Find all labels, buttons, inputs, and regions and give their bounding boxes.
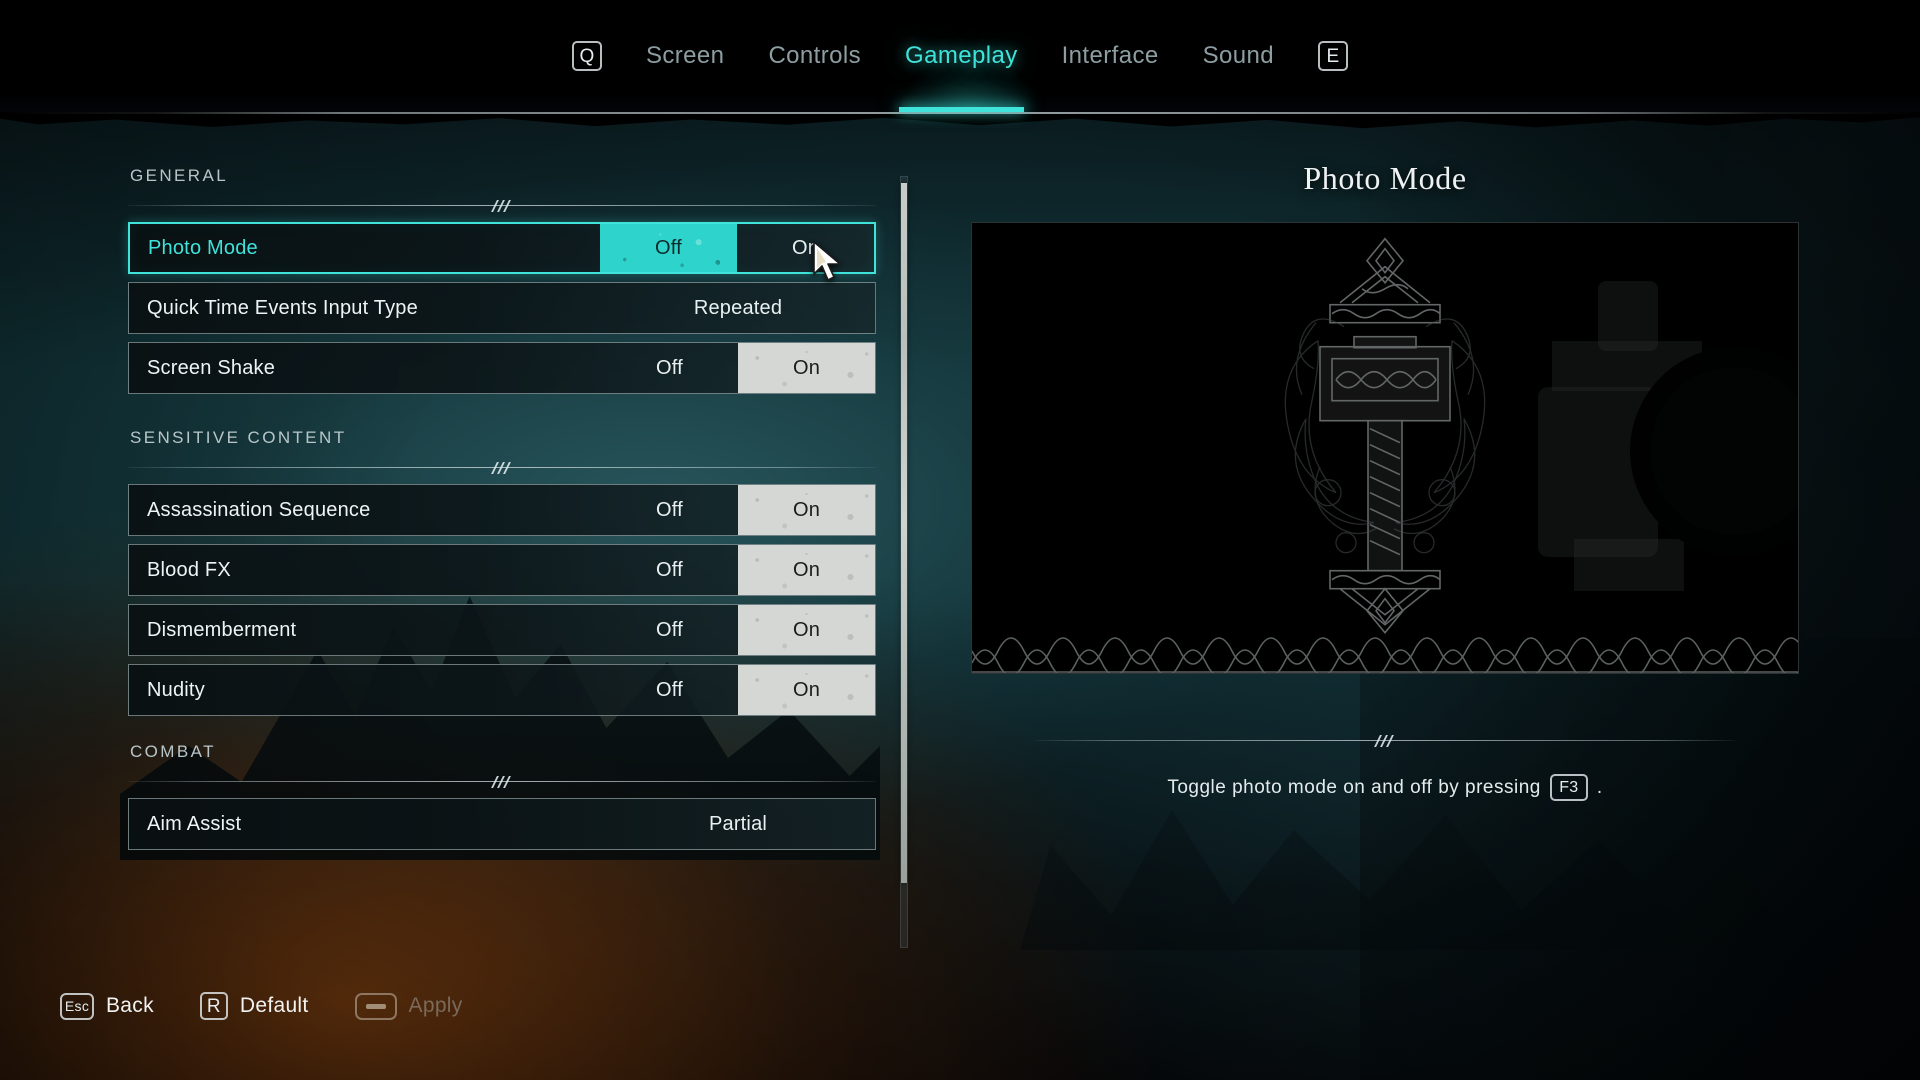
section-header-combat: COMBAT [130,742,216,761]
spacebar-key-icon [354,992,397,1020]
option-on[interactable]: On [737,224,874,272]
setting-label: Photo Mode [148,236,258,259]
option-value[interactable]: Repeated [601,283,875,333]
settings-scrollbar-track[interactable] [900,176,908,948]
prev-tab-key-q[interactable]: Q [571,41,602,71]
settings-tab-bar: Q Screen Controls Gameplay Interface Sou… [0,0,1920,112]
preview-image-frame [971,222,1799,674]
description-suffix: . [1596,776,1603,798]
option-on[interactable]: On [738,665,875,715]
setting-row-photo-mode[interactable]: Photo Mode Off On [128,222,876,274]
option-on[interactable]: On [738,605,875,655]
option-off[interactable]: Off [601,343,738,393]
divider-ornament-icon [487,199,517,213]
section-divider-general [128,199,876,213]
preview-divider [1035,734,1735,748]
settings-scrollbar-thumb[interactable] [901,183,907,883]
settings-list: GENERAL Photo Mode Off On Quick Time Eve… [128,166,876,926]
r-key-icon: R [199,992,228,1020]
nav-separator-rule [0,112,1920,114]
esc-key-icon: Esc [60,992,94,1020]
setting-label: Screen Shake [147,356,276,379]
setting-label: Aim Assist [147,812,242,835]
mjolnir-icon [1284,237,1486,634]
next-tab-key-e[interactable]: E [1318,41,1349,71]
hint-default[interactable]: R Default [199,992,309,1020]
tab-screen[interactable]: Screen [624,0,746,112]
section-header-sensitive-content: SENSITIVE CONTENT [130,428,347,447]
setting-label: Assassination Sequence [147,498,371,521]
preview-description: Toggle photo mode on and off by pressing… [950,774,1820,801]
gear-icon [1538,281,1798,591]
hint-label: Back [106,994,154,1017]
setting-preview-panel: Photo Mode Toggle photo mode on and off … [950,160,1820,840]
divider-ornament-icon [1370,734,1400,748]
setting-label: Blood FX [147,558,231,581]
hint-label: Default [239,994,309,1017]
setting-row-blood-fx[interactable]: Blood FX Off On [128,544,876,596]
hint-back[interactable]: Esc Back [60,992,154,1020]
setting-label: Nudity [147,678,205,701]
setting-row-dismemberment[interactable]: Dismemberment Off On [128,604,876,656]
tab-sound[interactable]: Sound [1181,0,1296,112]
section-header-general: GENERAL [130,166,229,185]
section-divider-sensitive-content [128,461,876,475]
tab-interface[interactable]: Interface [1040,0,1181,112]
divider-ornament-icon [487,775,517,789]
option-on[interactable]: On [738,545,875,595]
preview-title: Photo Mode [1303,160,1467,196]
setting-row-aim-assist[interactable]: Aim Assist Partial [128,798,876,850]
option-off[interactable]: Off [601,605,738,655]
setting-label: Quick Time Events Input Type [147,296,418,319]
action-hint-bar: Esc Back R Default Apply [60,992,463,1020]
option-on[interactable]: On [738,343,875,393]
option-off[interactable]: Off [600,224,737,272]
tab-gameplay[interactable]: Gameplay [883,0,1040,112]
setting-row-screen-shake[interactable]: Screen Shake Off On [128,342,876,394]
option-off[interactable]: Off [601,665,738,715]
hint-apply: Apply [354,992,463,1020]
option-off[interactable]: Off [601,545,738,595]
knotwork-border-icon [972,637,1798,673]
option-on[interactable]: On [738,485,875,535]
section-divider-combat [128,775,876,789]
option-off[interactable]: Off [601,485,738,535]
option-value[interactable]: Partial [601,799,875,849]
f3-key: F3 [1549,774,1588,801]
tab-controls[interactable]: Controls [746,0,883,112]
description-text: Toggle photo mode on and off by pressing [1167,776,1541,798]
setting-label: Dismemberment [147,618,297,641]
setting-row-assassination-sequence[interactable]: Assassination Sequence Off On [128,484,876,536]
divider-ornament-icon [487,461,517,475]
setting-row-quick-time-events-input-type[interactable]: Quick Time Events Input Type Repeated [128,282,876,334]
setting-row-nudity[interactable]: Nudity Off On [128,664,876,716]
hint-label: Apply [408,994,463,1017]
